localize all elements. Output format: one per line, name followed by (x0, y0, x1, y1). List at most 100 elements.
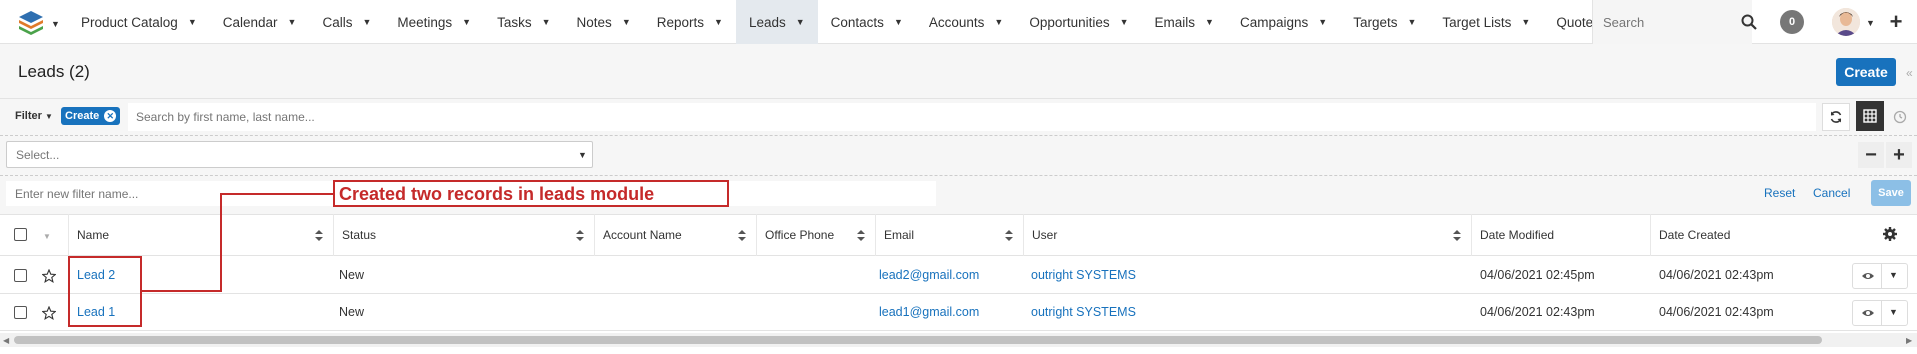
nav-tab-calendar[interactable]: Calendar ▼ (210, 0, 310, 44)
select-all-checkbox[interactable] (14, 228, 27, 241)
page-title: Leads (2) (18, 62, 90, 81)
chevron-down-icon[interactable]: ▼ (894, 17, 903, 27)
remove-filter-row-button[interactable]: − (1858, 142, 1884, 168)
lead-email-link[interactable]: lead2@gmail.com (879, 268, 979, 282)
reset-link[interactable]: Reset (1764, 186, 1795, 200)
nav-tab-meetings[interactable]: Meetings ▼ (384, 0, 484, 44)
filter-pill-create[interactable]: Create ✕ (61, 107, 121, 125)
chevron-down-icon[interactable]: ▼ (994, 17, 1003, 27)
star-icon[interactable] (42, 306, 56, 320)
lead-user-link[interactable]: outright SYSTEMS (1031, 305, 1136, 319)
nav-tab-emails[interactable]: Emails ▼ (1142, 0, 1227, 44)
quick-create-plus-icon[interactable]: + (1884, 9, 1908, 34)
chevron-down-icon[interactable]: ▼ (1318, 17, 1327, 27)
divider (1881, 264, 1882, 288)
chevron-down-icon[interactable]: ▼ (542, 17, 551, 27)
column-header-date-created[interactable]: Date Created (1650, 214, 1864, 256)
lead-date-modified: 04/06/2021 02:43pm (1480, 305, 1595, 319)
star-icon[interactable] (42, 269, 56, 283)
select-placeholder: Select... (16, 147, 60, 162)
list-search-input[interactable] (128, 103, 1816, 131)
user-avatar-icon (1832, 8, 1860, 36)
add-filter-row-button[interactable]: + (1886, 142, 1912, 168)
app-logo-icon[interactable] (18, 9, 44, 35)
chevron-down-icon[interactable]: ▼ (188, 17, 197, 27)
nav-tab-contacts[interactable]: Contacts ▼ (818, 0, 916, 44)
chevron-down-icon[interactable]: ▼ (1407, 17, 1416, 27)
nav-tab-accounts[interactable]: Accounts ▼ (916, 0, 1016, 44)
logo-caret-icon[interactable]: ▼ (51, 19, 60, 29)
nav-tab-targets[interactable]: Targets ▼ (1340, 0, 1429, 44)
chevron-down-icon[interactable]: ▼ (1521, 17, 1530, 27)
remove-filter-icon[interactable]: ✕ (104, 110, 117, 122)
column-label: Name (77, 228, 110, 242)
sort-icon[interactable] (857, 230, 865, 241)
global-search-input[interactable] (1593, 0, 1753, 44)
search-icon[interactable] (1740, 13, 1758, 31)
cancel-link[interactable]: Cancel (1813, 186, 1850, 200)
sort-icon[interactable] (576, 230, 584, 241)
nav-tab-reports[interactable]: Reports ▼ (644, 0, 736, 44)
scroll-left-icon[interactable]: ◀ (3, 336, 9, 345)
chevron-down-icon[interactable]: ▼ (1889, 307, 1898, 317)
table-view-button[interactable] (1856, 101, 1884, 131)
column-label: Office Phone (765, 228, 835, 242)
scrollbar-thumb[interactable] (14, 336, 1822, 344)
lead-status: New (339, 268, 365, 282)
chevron-down-icon[interactable]: ▼ (796, 17, 805, 27)
create-button[interactable]: Create (1836, 58, 1896, 86)
column-label: User (1032, 228, 1058, 242)
chevron-down-icon[interactable]: ▼ (1889, 270, 1898, 280)
chevron-down-icon[interactable]: ▼ (362, 17, 371, 27)
lead-date-modified: 04/06/2021 02:45pm (1480, 268, 1595, 282)
collapse-sidebar-icon[interactable]: « (1906, 66, 1913, 80)
column-label: Email (884, 228, 915, 242)
column-header-office-phone[interactable]: Office Phone (756, 214, 875, 256)
nav-tab-calls[interactable]: Calls ▼ (309, 0, 384, 44)
notification-count-badge[interactable]: 0 (1780, 10, 1804, 34)
chevron-down-icon[interactable]: ▼ (1205, 17, 1214, 27)
column-header-email[interactable]: Email (875, 214, 1023, 256)
chevron-down-icon[interactable]: ▼ (462, 17, 471, 27)
nav-tab-product-catalog[interactable]: Product Catalog ▼ (68, 0, 210, 44)
lead-user-link[interactable]: outright SYSTEMS (1031, 268, 1136, 282)
gear-icon[interactable] (1882, 226, 1898, 242)
nav-tab-notes[interactable]: Notes ▼ (564, 0, 644, 44)
avatar-chevron-down-icon[interactable]: ▼ (1866, 18, 1875, 28)
annotation-connector (142, 290, 222, 292)
sort-icon[interactable] (1453, 230, 1461, 241)
column-header-status[interactable]: Status (333, 214, 594, 256)
user-avatar[interactable] (1832, 8, 1860, 36)
column-header-name[interactable]: Name (68, 214, 333, 256)
nav-tab-campaigns[interactable]: Campaigns ▼ (1227, 0, 1340, 44)
nav-tab-opportunities[interactable]: Opportunities ▼ (1016, 0, 1141, 44)
scroll-right-icon[interactable]: ▶ (1906, 336, 1912, 345)
refresh-button[interactable] (1822, 103, 1850, 131)
chevron-down-icon[interactable]: ▼ (578, 150, 587, 160)
chevron-down-icon[interactable]: ▼ (714, 17, 723, 27)
activity-stream-button[interactable] (1886, 103, 1914, 131)
nav-tab-leads[interactable]: Leads ▼ (735, 0, 818, 44)
sort-icon[interactable] (738, 230, 746, 241)
eye-icon[interactable] (1861, 308, 1875, 318)
chevron-down-icon[interactable]: ▼ (622, 17, 631, 27)
save-filter-button[interactable]: Save (1871, 180, 1911, 206)
column-header-account-name[interactable]: Account Name (594, 214, 756, 256)
sort-icon[interactable] (1005, 230, 1013, 241)
filter-field-select[interactable]: Select... (6, 141, 593, 168)
filter-dropdown[interactable]: Filter ▼ (15, 110, 53, 122)
row-checkbox[interactable] (14, 306, 27, 319)
chevron-down-icon[interactable]: ▼ (288, 17, 297, 27)
lead-email-link[interactable]: lead1@gmail.com (879, 305, 979, 319)
column-header-date-modified[interactable]: Date Modified (1471, 214, 1650, 256)
nav-tab-target-lists[interactable]: Target Lists ▼ (1429, 0, 1543, 44)
column-label: Date Modified (1480, 228, 1555, 242)
sort-icon[interactable] (315, 230, 323, 241)
mass-action-chevron-icon[interactable]: ▼ (43, 232, 51, 241)
nav-tab-tasks[interactable]: Tasks ▼ (484, 0, 563, 44)
row-checkbox[interactable] (14, 269, 27, 282)
chevron-down-icon[interactable]: ▼ (1120, 17, 1129, 27)
eye-icon[interactable] (1861, 271, 1875, 281)
page-header (0, 44, 1917, 99)
column-header-user[interactable]: User (1023, 214, 1471, 256)
